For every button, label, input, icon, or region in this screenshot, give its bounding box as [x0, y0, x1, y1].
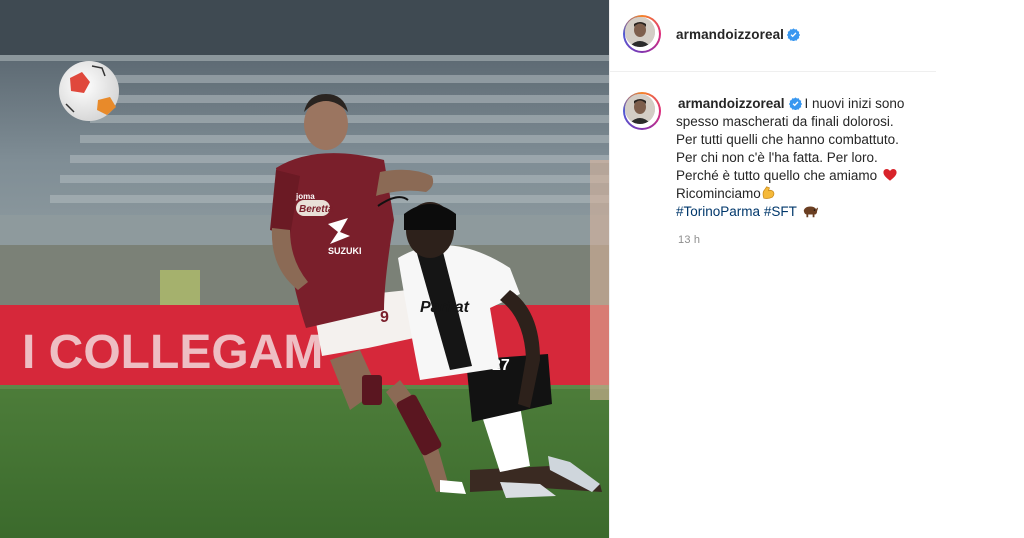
avatar-photo-icon — [625, 17, 655, 47]
verified-badge-icon — [788, 97, 802, 110]
header-username[interactable]: armandoizzoreal — [676, 27, 784, 42]
svg-text:9: 9 — [380, 309, 389, 326]
svg-text:joma: joma — [295, 192, 315, 201]
svg-text:Beretta: Beretta — [299, 204, 334, 215]
ball-icon — [59, 61, 119, 121]
heart-emoji-icon — [883, 169, 897, 181]
post-panel — [609, 0, 1024, 538]
caption-text: I nuovi inizi sono — [804, 96, 905, 111]
caption-line: armandoizzoreal I nuovi inizi sono — [676, 95, 936, 113]
caption-line: #TorinoParma #SFT — [676, 203, 936, 221]
caption-line: Perché è tutto quello che amiamo — [676, 167, 936, 185]
caption-line: spesso mascherati da finali dolorosi. — [676, 114, 894, 129]
bull-emoji-icon — [804, 206, 819, 218]
avatar-photo-icon — [625, 94, 655, 124]
caption-line: Per tutti quelli che hanno combattuto. — [676, 132, 899, 147]
caption-avatar[interactable] — [623, 92, 661, 130]
post-caption: armandoizzoreal I nuovi inizi sono spesso… — [676, 95, 936, 221]
header-avatar[interactable] — [623, 15, 661, 53]
caption-line: Per chi non c'è l'ha fatta. Per loro. — [676, 150, 878, 165]
hashtag-link[interactable]: #SFT — [764, 204, 797, 219]
caption-username[interactable]: armandoizzoreal — [678, 96, 785, 111]
post-timestamp[interactable]: 13 h — [678, 234, 700, 246]
svg-text:Parilat: Parilat — [420, 299, 470, 316]
flexed-biceps-emoji-icon — [762, 186, 775, 199]
verified-badge-icon — [787, 28, 800, 41]
svg-text:SUZUKI: SUZUKI — [328, 246, 362, 256]
caption-line: Ricominciamo — [676, 185, 936, 203]
caption-text: Ricominciamo — [676, 186, 761, 201]
hashtag-link[interactable]: #TorinoParma — [676, 204, 760, 219]
post-image[interactable]: I COLLEGAM 9 Beretta joma SUZUKI 27 Pari… — [0, 0, 609, 538]
ad-board-text: I COLLEGAM — [22, 326, 323, 379]
caption-text: Perché è tutto quello che amiamo — [676, 168, 878, 183]
